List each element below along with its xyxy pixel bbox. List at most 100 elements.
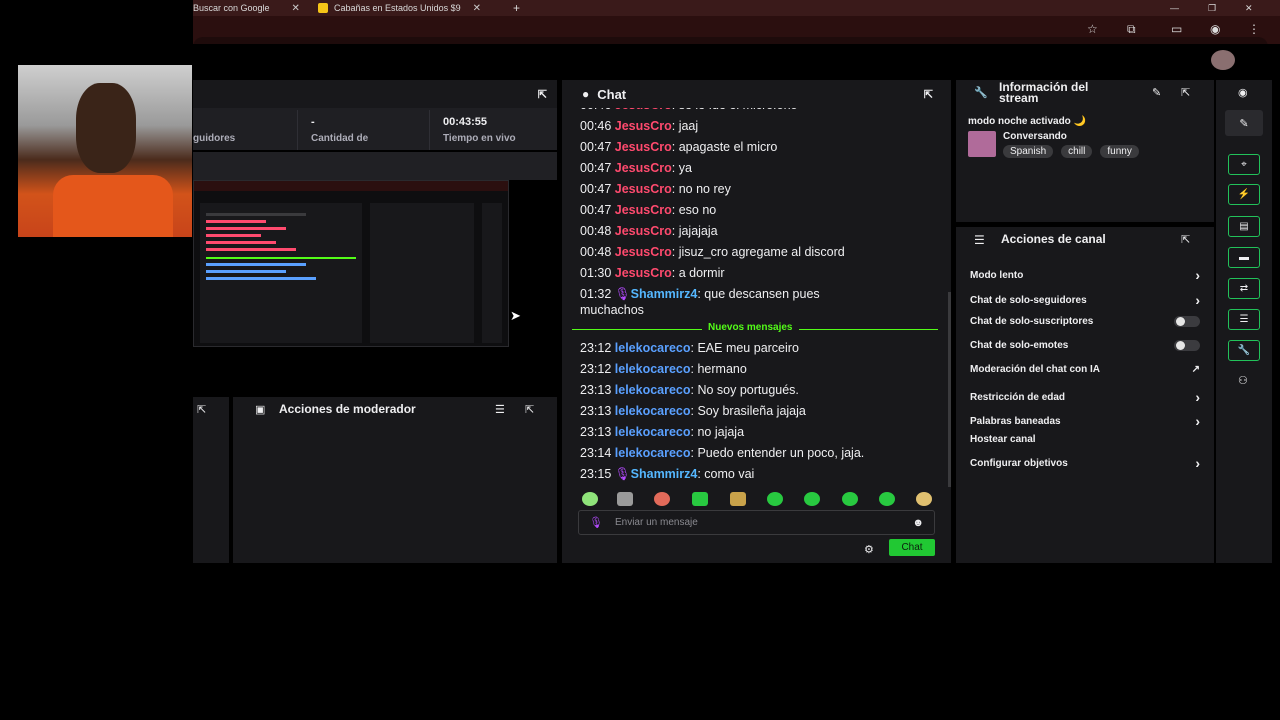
emote-icon[interactable] xyxy=(617,492,633,506)
channel-actions-title: Acciones de canal xyxy=(1001,232,1106,246)
chat-message: 00:47 JesusCro: ya xyxy=(580,161,692,175)
viewers-label: Cantidad de xyxy=(311,133,369,144)
preview-browser-bar xyxy=(194,181,508,191)
browser-address-bar xyxy=(193,16,1280,57)
channel-action-item[interactable]: Hostear canal xyxy=(970,434,1200,445)
reading-mode-icon[interactable]: ▭ xyxy=(1171,22,1182,36)
chevron-right-icon: › xyxy=(1195,413,1200,429)
chat-message: 23:13 lelekocareco: no jajaja xyxy=(580,425,745,439)
chat-message: 23:13 lelekocareco: No soy portugués. xyxy=(580,383,799,397)
user-avatar[interactable] xyxy=(1211,50,1235,70)
edit-layout-icon[interactable]: ✎ xyxy=(1225,110,1263,136)
minimize-button[interactable]: — xyxy=(1170,0,1179,16)
emote-picker-icon[interactable]: ☻ xyxy=(912,517,924,529)
tag-funny[interactable]: funny xyxy=(1100,145,1139,158)
stream-title: modo noche activado 🌙 xyxy=(968,116,1087,127)
popout-icon[interactable]: ⇱ xyxy=(525,403,534,416)
chat-message: 00:47 JesusCro: apagaste el micro xyxy=(580,140,778,154)
channel-action-item[interactable]: Palabras baneadas › xyxy=(970,413,1200,429)
chat-message-continuation: muchachos xyxy=(580,303,644,317)
tag-chill[interactable]: chill xyxy=(1061,145,1093,158)
chat-settings-gear-icon[interactable]: ⚙ xyxy=(864,543,874,556)
chevron-right-icon: › xyxy=(1195,389,1200,405)
screenshot-icon[interactable]: ⌖ xyxy=(1228,154,1260,175)
emote-icon[interactable] xyxy=(916,492,932,506)
emote-icon[interactable] xyxy=(692,492,708,506)
emote-icon[interactable] xyxy=(654,492,670,506)
new-tab-button[interactable]: + xyxy=(513,0,520,16)
profile-icon[interactable]: ◉ xyxy=(1210,22,1220,36)
eye-icon[interactable]: ◉ xyxy=(1238,86,1248,99)
chat-message: 01:32 🎙Shammirz4: que descansen pues xyxy=(580,287,820,301)
popout-icon[interactable]: ⇱ xyxy=(197,403,206,416)
preview-header xyxy=(193,152,557,180)
tag-spanish[interactable]: Spanish xyxy=(1003,145,1054,158)
emote-icon[interactable] xyxy=(879,492,895,506)
popout-icon[interactable]: ⇱ xyxy=(924,88,933,101)
mic-badge-icon: 🎙 xyxy=(614,287,631,301)
browser-tab-cabanas[interactable]: Cabañas en Estados Unidos $9 ✕ xyxy=(318,0,481,16)
link-icon[interactable]: ⇄ xyxy=(1228,278,1260,299)
browser-menu-icon[interactable]: ⋮ xyxy=(1248,22,1260,36)
webcam-overlay xyxy=(18,65,192,237)
close-window-button[interactable]: ✕ xyxy=(1245,0,1253,16)
channel-action-item[interactable]: Chat de solo-emotes xyxy=(970,340,1200,351)
emote-icon[interactable] xyxy=(804,492,820,506)
channel-action-item[interactable]: Chat de solo-suscriptores xyxy=(970,316,1200,327)
toggle-switch[interactable] xyxy=(1174,316,1200,327)
chat-scrollbar[interactable] xyxy=(948,292,951,487)
emote-icon[interactable] xyxy=(582,492,598,506)
popout-icon[interactable]: ⇱ xyxy=(1181,233,1190,246)
channel-action-item[interactable]: Chat de solo-seguidores › xyxy=(970,292,1200,308)
close-tab-icon[interactable]: ✕ xyxy=(473,3,481,14)
edit-pencil-icon[interactable]: ✎ xyxy=(1152,86,1161,99)
close-tab-icon[interactable]: ✕ xyxy=(292,3,300,14)
emote-icon[interactable] xyxy=(730,492,746,506)
category-thumbnail[interactable] xyxy=(968,131,996,157)
stream-info-panel: 🔧 Información del stream ✎ ⇱ modo noche … xyxy=(956,80,1214,222)
live-time-value: 00:43:55 xyxy=(443,116,488,128)
channel-action-label: Moderación del chat con IA xyxy=(970,364,1101,375)
channel-action-item[interactable]: Configurar objetivos › xyxy=(970,455,1200,471)
chat-bubble-icon: ● xyxy=(582,87,590,101)
chat-message: 00:47 JesusCro: eso no xyxy=(580,203,717,217)
new-messages-label: Nuevos mensajes xyxy=(702,322,799,333)
chat-input[interactable]: 🎙 Enviar un mensaje ☻ xyxy=(578,510,935,535)
filter-icon[interactable]: ☰ xyxy=(495,403,505,416)
bookmark-star-icon[interactable]: ☆ xyxy=(1087,22,1098,36)
chat-input-placeholder: Enviar un mensaje xyxy=(614,517,698,528)
channel-action-item[interactable]: Restricción de edad › xyxy=(970,389,1200,405)
chat-message: 00:46 JesusCro: se le fue el microfono xyxy=(580,108,798,112)
emote-icon[interactable] xyxy=(842,492,858,506)
category-name[interactable]: Conversando xyxy=(1003,131,1067,142)
list-icon: ☰ xyxy=(974,233,985,247)
extensions-icon[interactable]: ⧉ xyxy=(1127,22,1136,37)
browser-tab-google[interactable]: Buscar con Google ✕ xyxy=(193,0,300,16)
mod-sidebar: ◉ ✎ ⌖ ⚡ ▤ ▬ ⇄ ☰ 🔧 ⚇ xyxy=(1216,80,1272,563)
tab-label: Buscar con Google xyxy=(193,3,270,13)
wrench-icon[interactable]: 🔧 xyxy=(1228,340,1260,361)
lightning-icon[interactable]: ⚡ xyxy=(1228,184,1260,205)
toggle-switch[interactable] xyxy=(1174,340,1200,351)
channel-action-label: Configurar objetivos xyxy=(970,457,1068,469)
popout-icon[interactable]: ⇱ xyxy=(538,88,547,101)
channel-action-item[interactable]: Moderación del chat con IA ↗ xyxy=(970,364,1200,375)
chevron-right-icon: › xyxy=(1195,292,1200,308)
channel-actions-panel: ☰ Acciones de canal ⇱ Modo lento › Chat de… xyxy=(956,227,1214,563)
list-icon[interactable]: ☰ xyxy=(1228,309,1260,330)
add-user-icon[interactable]: ⚇ xyxy=(1238,374,1248,387)
popout-icon[interactable]: ⇱ xyxy=(1181,86,1190,99)
emote-icon[interactable] xyxy=(767,492,783,506)
divider xyxy=(429,110,430,150)
stream-preview[interactable] xyxy=(193,180,509,347)
notes-icon[interactable]: ▤ xyxy=(1228,216,1260,237)
viewers-value: - xyxy=(311,116,315,128)
chat-icon[interactable]: ▬ xyxy=(1228,247,1260,268)
tag-list: Spanish chill funny xyxy=(1003,145,1139,158)
restore-button[interactable]: ❐ xyxy=(1208,0,1216,16)
preview-actions xyxy=(370,203,474,343)
chat-message: 00:48 JesusCro: jajajaja xyxy=(580,224,718,238)
send-chat-button[interactable]: Chat xyxy=(889,539,935,556)
channel-action-item[interactable]: Modo lento › xyxy=(970,267,1200,283)
chat-message: 01:30 JesusCro: a dormir xyxy=(580,266,725,280)
